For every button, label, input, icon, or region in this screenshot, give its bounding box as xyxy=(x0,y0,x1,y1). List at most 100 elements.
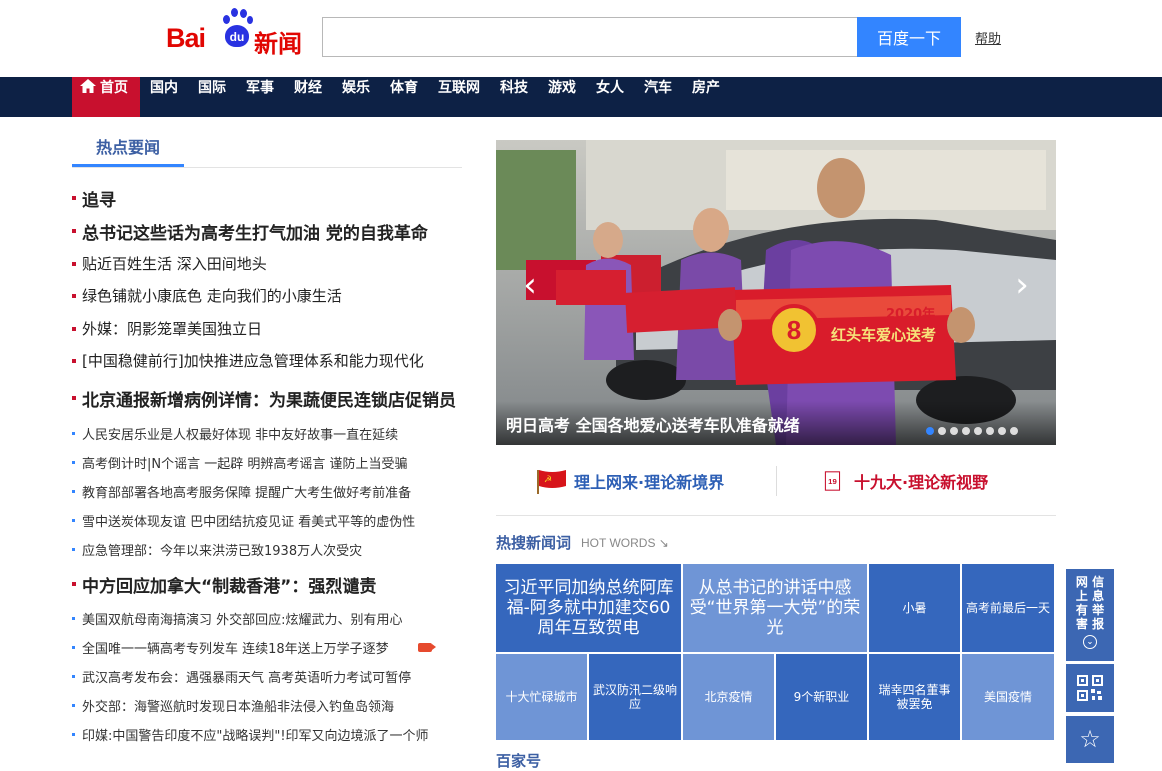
news-headline-text: 教育部部署各地高考服务保障 提醒广大考生做好考前准备 xyxy=(82,486,412,501)
hot-words-subtitle: HOT WORDS ↘ xyxy=(581,536,669,550)
baijiahao-title: 百家号 xyxy=(496,752,542,770)
bullet-icon xyxy=(72,675,75,678)
search-button[interactable]: 百度一下 xyxy=(857,17,961,57)
news-headline-text: 外交部：海警巡航时发现日本渔船非法侵入钓鱼岛领海 xyxy=(82,700,395,715)
bullet-icon xyxy=(72,582,76,586)
news-headline-text: 高考倒计时|N个谣言 一起辟 明辨高考谣言 谨防上当受骗 xyxy=(82,457,408,472)
nav-item-military[interactable]: 军事 xyxy=(246,77,274,117)
bullet-icon xyxy=(72,646,75,649)
nav-item-home[interactable]: 首页 xyxy=(72,77,140,117)
section-divider xyxy=(72,167,462,168)
banner-theory-online-label: 理上网来·理论新境界 xyxy=(574,473,725,492)
report-line-4: 害 报 xyxy=(1075,617,1105,631)
news-headline-text: 追寻 xyxy=(82,191,116,211)
news-headline-text: 绿色铺就小康底色 走向我们的小康生活 xyxy=(82,287,342,305)
baidu-news-logo[interactable]: Bai du 新闻 xyxy=(166,8,306,58)
bullet-icon xyxy=(72,327,76,331)
nav-item-women[interactable]: 女人 xyxy=(596,77,624,117)
nav-item-internet[interactable]: 互联网 xyxy=(438,77,480,117)
news-headline-text: 雪中送炭体现友谊 巴中团结抗疫见证 看美式平等的虚伪性 xyxy=(82,515,416,530)
report-line-2: 上 息 xyxy=(1075,589,1105,603)
carousel-prev-icon[interactable]: ‹ xyxy=(520,267,540,307)
banner-divider xyxy=(776,466,777,496)
nav-item-games[interactable]: 游戏 xyxy=(548,77,576,117)
hot-word-tile[interactable]: 习近平同加纳总统阿库福-阿多就中加建交60周年互致贺电 xyxy=(496,564,681,652)
report-harmful-info-button[interactable]: 网 信 上 息 有 举 害 报 ⌄ xyxy=(1066,569,1114,661)
news-headline-text: 印媒:中国警告印度不应"战略误判"!印军又向边境派了一个师 xyxy=(82,729,429,744)
bullet-icon xyxy=(72,359,76,363)
search-input[interactable] xyxy=(322,17,858,57)
help-link[interactable]: 帮助 xyxy=(975,28,1001,47)
svg-text:19: 19 xyxy=(828,477,837,486)
nav-item-tech[interactable]: 科技 xyxy=(500,77,528,117)
carousel-dot[interactable] xyxy=(926,427,934,435)
nav-label-home: 首页 xyxy=(100,80,128,96)
report-line-1: 网 信 xyxy=(1075,575,1105,589)
hot-word-tile[interactable]: 美国疫情 xyxy=(962,654,1054,740)
bullet-icon xyxy=(72,490,75,493)
banner-theory-online[interactable]: ☭ 理上网来·理论新境界 xyxy=(534,468,724,494)
news-headline-text: 全国唯一一辆高考专列发车 连续18年送上万学子逐梦 xyxy=(82,642,389,657)
news-headline-text: 贴近百姓生活 深入田间地头 xyxy=(82,255,267,273)
hot-word-tile[interactable]: 9个新职业 xyxy=(776,654,867,740)
star-icon: ☆ xyxy=(1079,725,1101,753)
carousel-dot[interactable] xyxy=(998,427,1006,435)
news-headline-text: [中国稳健前行]加快推进应急管理体系和能力现代化 xyxy=(82,352,424,370)
bullet-icon xyxy=(72,294,76,298)
hot-word-tile[interactable]: 武汉防汛二级响应 xyxy=(589,654,681,740)
bullet-icon xyxy=(72,548,75,551)
qr-code-button[interactable] xyxy=(1066,664,1114,712)
carousel-next-icon[interactable]: › xyxy=(1012,267,1032,307)
nav-item-entertainment[interactable]: 娱乐 xyxy=(342,77,370,117)
news-headline-text: 总书记这些话为高考生打气加油 党的自我革命 xyxy=(82,224,428,244)
photo-carousel[interactable]: 8 红头车爱心送考 2020年 明日高考 全国各地爱心送考车队准备就绪 ‹ › xyxy=(496,140,1056,445)
bullet-icon xyxy=(72,396,76,400)
video-camera-icon xyxy=(418,643,436,652)
nav-item-sports[interactable]: 体育 xyxy=(390,77,418,117)
logo-news: 新闻 xyxy=(254,30,302,58)
news-headline-text: 北京通报新增病例详情：为果蔬便民连锁店促销员 xyxy=(82,391,456,411)
carousel-dot[interactable] xyxy=(938,427,946,435)
bullet-icon xyxy=(72,432,75,435)
chevron-down-icon: ⌄ xyxy=(1083,635,1097,649)
news-headline-text: 美国双航母南海搞演习 外交部回应:炫耀武力、别有用心 xyxy=(82,613,403,628)
logo-du: du xyxy=(225,25,249,47)
nav-item-house[interactable]: 房产 xyxy=(692,77,720,117)
nav-item-auto[interactable]: 汽车 xyxy=(644,77,672,117)
hot-word-tile[interactable]: 十大忙碌城市 xyxy=(496,654,587,740)
hot-words-grid: 习近平同加纳总统阿库福-阿多就中加建交60周年互致贺电 从总书记的讲话中感受“世… xyxy=(496,564,1056,740)
hot-word-tile[interactable]: 高考前最后一天 xyxy=(962,564,1054,652)
hot-words-title: 热搜新闻词 xyxy=(496,534,572,552)
nav-item-domestic[interactable]: 国内 xyxy=(150,77,178,117)
carousel-caption[interactable]: 明日高考 全国各地爱心送考车队准备就绪 xyxy=(506,412,800,436)
home-icon xyxy=(80,79,96,93)
bullet-icon xyxy=(72,519,75,522)
hot-word-tile[interactable]: 从总书记的讲话中感受“世界第一大党”的荣光 xyxy=(683,564,867,652)
bullet-icon xyxy=(72,704,75,707)
favorite-button[interactable]: ☆ xyxy=(1066,716,1114,763)
bullet-icon xyxy=(72,617,75,620)
carousel-dot[interactable] xyxy=(974,427,982,435)
news-headline-text: 外媒：阴影笼罩美国独立日 xyxy=(82,320,263,338)
svg-text:8: 8 xyxy=(787,315,801,345)
news-headline-text: 人民安居乐业是人权最好体现 非中友好故事一直在延续 xyxy=(82,428,399,443)
logo-bai: Bai xyxy=(166,23,206,53)
carousel-dot[interactable] xyxy=(962,427,970,435)
bullet-icon xyxy=(72,229,76,233)
tab-hot-news[interactable]: 热点要闻 xyxy=(72,131,184,167)
carousel-dot[interactable] xyxy=(986,427,994,435)
hot-words-subtitle-text: HOT WORDS xyxy=(581,536,656,550)
hot-word-tile[interactable]: 小暑 xyxy=(869,564,960,652)
news-headline-text: 武汉高考发布会：遇强暴雨天气 高考英语听力考试可暂停 xyxy=(82,671,412,686)
carousel-dot[interactable] xyxy=(1010,427,1018,435)
bullet-icon xyxy=(72,461,75,464)
hot-word-tile[interactable]: 北京疫情 xyxy=(683,654,774,740)
news-headline-text: 中方回应加拿大“制裁香港”：强烈谴责 xyxy=(82,577,377,597)
nav-item-international[interactable]: 国际 xyxy=(198,77,226,117)
nav-item-finance[interactable]: 财经 xyxy=(294,77,322,117)
hot-word-tile[interactable]: 瑞幸四名董事被罢免 xyxy=(869,654,960,740)
bullet-icon xyxy=(72,733,75,736)
bullet-icon xyxy=(72,196,76,200)
banner-19th-congress[interactable]: 19 十九大·理论新视野 xyxy=(824,468,988,494)
carousel-dot[interactable] xyxy=(950,427,958,435)
